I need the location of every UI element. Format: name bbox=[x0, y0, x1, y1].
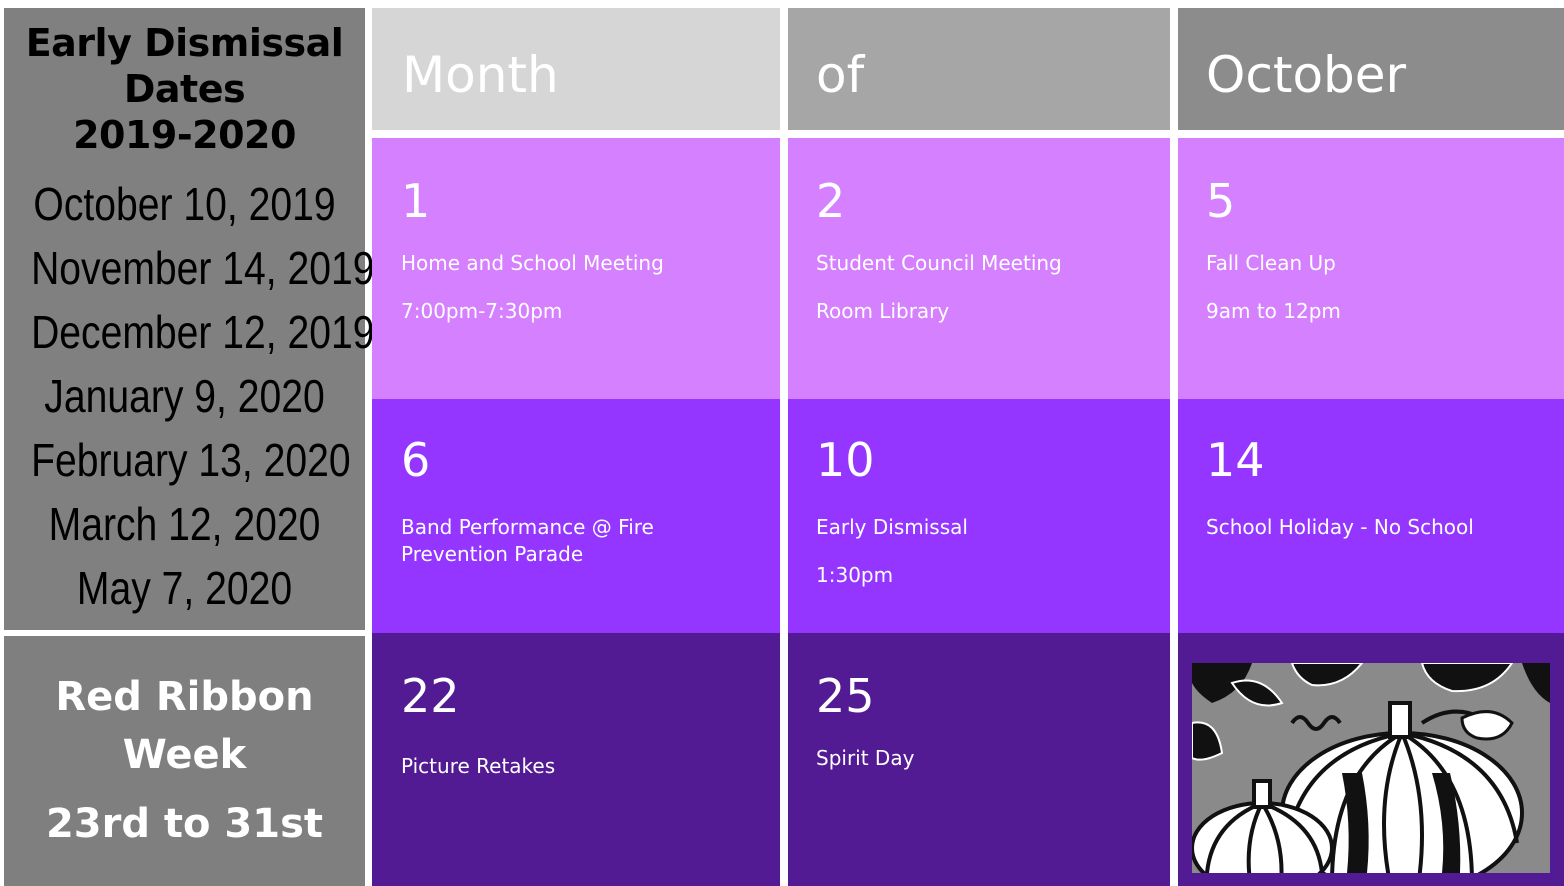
event-cell: 6 Band Performance @ Fire Prevention Par… bbox=[372, 399, 780, 633]
event-cell: 10 Early Dismissal 1:30pm bbox=[788, 399, 1170, 633]
event-title: Spirit Day bbox=[816, 746, 915, 770]
event-title: School Holiday - No School bbox=[1206, 515, 1474, 539]
event-cell: 22 Picture Retakes bbox=[372, 633, 780, 886]
red-ribbon-dates: 23rd to 31st bbox=[45, 801, 324, 847]
event-title: Home and School Meeting bbox=[401, 251, 664, 275]
header-month: Month bbox=[372, 8, 780, 130]
early-dismissal-title: Early Dismissal Dates 2019-2020 bbox=[4, 20, 365, 158]
early-dismissal-date: May 7, 2020 bbox=[76, 562, 293, 614]
early-dismissal-title-line2: Dates bbox=[123, 67, 246, 111]
event-day: 2 bbox=[816, 174, 846, 228]
event-detail: Room Library bbox=[816, 299, 950, 323]
red-ribbon-title-line1: Red Ribbon bbox=[55, 674, 314, 720]
early-dismissal-date: October 10, 2019 bbox=[33, 178, 336, 230]
event-cell: 2 Student Council Meeting Room Library bbox=[788, 138, 1170, 399]
event-cell: 25 Spirit Day bbox=[788, 633, 1170, 886]
event-title: Fall Clean Up bbox=[1206, 251, 1336, 275]
early-dismissal-date: December 12, 2019 bbox=[31, 306, 375, 358]
event-cell: 14 School Holiday - No School bbox=[1178, 399, 1564, 633]
early-dismissal-date: February 13, 2020 bbox=[31, 434, 351, 486]
red-ribbon-title-line2: Week bbox=[122, 732, 247, 778]
event-title: Picture Retakes bbox=[401, 754, 556, 778]
pumpkin-image-cell bbox=[1178, 633, 1564, 886]
event-cell: 1 Home and School Meeting 7:00pm-7:30pm bbox=[372, 138, 780, 399]
header-october: October bbox=[1178, 8, 1564, 130]
event-day: 1 bbox=[401, 174, 431, 228]
early-dismissal-date: November 14, 2019 bbox=[31, 242, 375, 294]
event-title: Early Dismissal bbox=[816, 515, 968, 539]
event-day: 22 bbox=[401, 669, 460, 723]
event-day: 14 bbox=[1206, 433, 1265, 487]
event-day: 25 bbox=[816, 669, 875, 723]
header-of: of bbox=[788, 8, 1170, 130]
event-title: Student Council Meeting bbox=[816, 251, 1062, 275]
early-dismissal-panel: Early Dismissal Dates 2019-2020 October … bbox=[4, 8, 375, 630]
early-dismissal-date: January 9, 2020 bbox=[44, 370, 325, 422]
early-dismissal-title-line1: Early Dismissal bbox=[25, 21, 344, 65]
early-dismissal-date: March 12, 2020 bbox=[48, 498, 321, 550]
red-ribbon-panel: Red Ribbon Week 23rd to 31st bbox=[4, 636, 365, 886]
event-detail: 7:00pm-7:30pm bbox=[401, 299, 563, 323]
red-ribbon-title: Red Ribbon Week bbox=[4, 668, 365, 784]
event-cell: 5 Fall Clean Up 9am to 12pm bbox=[1178, 138, 1564, 399]
pumpkin-illustration-icon bbox=[1192, 663, 1550, 873]
early-dismissal-title-line3: 2019-2020 bbox=[73, 113, 296, 157]
early-dismissal-date-list: October 10, 2019 November 14, 2019 Decem… bbox=[31, 172, 375, 620]
event-day: 6 bbox=[401, 433, 431, 487]
event-detail: 9am to 12pm bbox=[1206, 299, 1341, 323]
event-day: 5 bbox=[1206, 174, 1236, 228]
event-detail: 1:30pm bbox=[816, 563, 894, 587]
event-title: Band Performance @ Fire Prevention Parad… bbox=[401, 515, 654, 566]
event-day: 10 bbox=[816, 433, 875, 487]
